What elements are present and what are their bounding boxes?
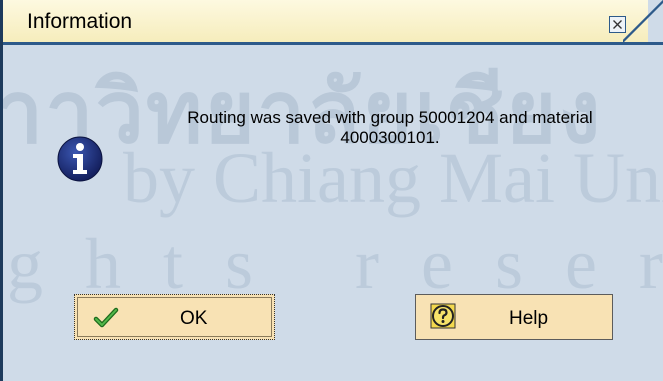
help-button[interactable]: Help: [415, 294, 613, 340]
ok-button[interactable]: OK: [74, 294, 275, 340]
information-icon: [57, 136, 103, 182]
title-bar-divider: [3, 42, 663, 45]
title-bar-accent: [623, 0, 663, 42]
watermark-line-2: by Chiang Mai Univ: [123, 138, 663, 218]
information-dialog: าาวิทยาลัยเชียง by Chiang Mai Univ ghts …: [0, 0, 663, 381]
message-line-2: 4000300101.: [340, 128, 440, 147]
help-button-label: Help: [509, 308, 549, 329]
dialog-message: Routing was saved with group 50001204 an…: [121, 108, 659, 148]
ok-button-label: OK: [180, 308, 208, 329]
message-line-1: Routing was saved with group 50001204 an…: [187, 108, 593, 127]
dialog-title: Information: [27, 10, 133, 33]
title-bar: Information: [3, 0, 648, 42]
help-icon: [430, 303, 456, 329]
checkmark-icon: [93, 307, 119, 328]
